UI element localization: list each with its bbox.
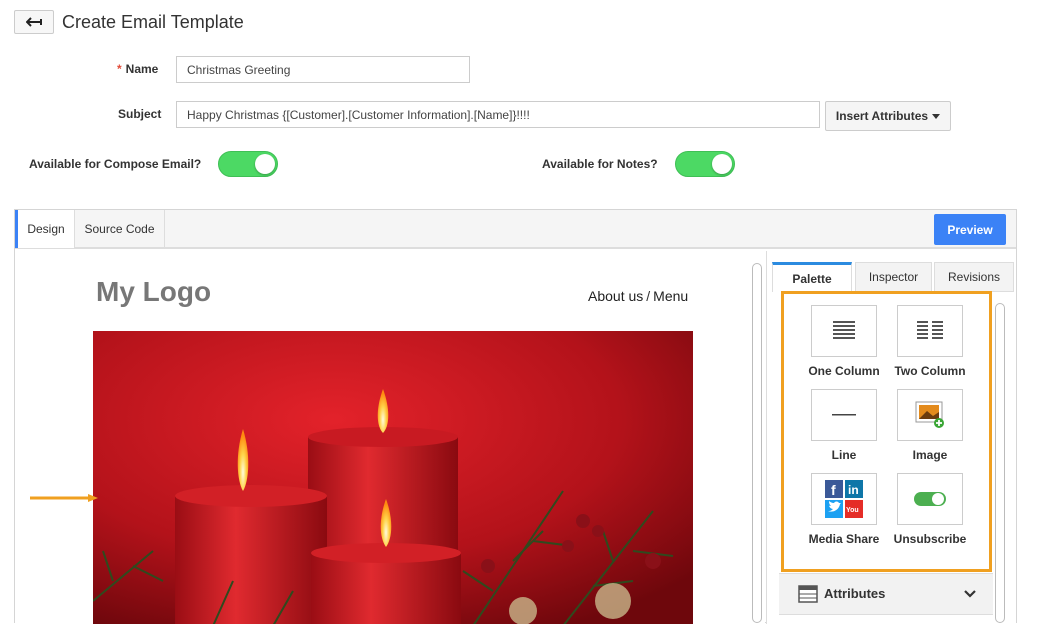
nav-menu-link[interactable]: Menu (653, 288, 688, 304)
tab-source-code[interactable]: Source Code (75, 210, 165, 248)
preview-button[interactable]: Preview (934, 214, 1006, 245)
compose-email-toggle[interactable] (218, 151, 278, 177)
tab-inspector[interactable]: Inspector (855, 262, 932, 292)
required-mark: * (117, 62, 122, 76)
attributes-label: Attributes (824, 586, 886, 601)
palette-one-column[interactable] (811, 305, 877, 357)
palette-label: One Column (808, 364, 880, 378)
christmas-candles-image (93, 331, 693, 624)
tab-revisions[interactable]: Revisions (934, 262, 1014, 292)
editor-toolbar: Design Source Code Preview (15, 210, 1016, 249)
tab-design[interactable]: Design (15, 210, 75, 248)
palette-two-column[interactable] (897, 305, 963, 357)
palette-image[interactable] (897, 389, 963, 441)
palette-line[interactable] (811, 389, 877, 441)
caret-down-icon (932, 113, 941, 119)
svg-text:f: f (831, 482, 836, 498)
palette-label: Two Column (894, 364, 966, 378)
media-share-icon: f in You (825, 480, 863, 518)
insert-attributes-label: Insert Attributes (835, 109, 929, 123)
palette-unsubscribe[interactable] (897, 473, 963, 525)
insert-attributes-button[interactable]: Insert Attributes (825, 101, 951, 131)
top-nav: About us / Menu (588, 288, 688, 304)
unsubscribe-toggle-icon (914, 492, 946, 506)
svg-text:in: in (848, 483, 859, 497)
attributes-section-header[interactable]: Attributes (779, 573, 993, 615)
nav-separator: / (646, 288, 651, 304)
name-label: Name (125, 62, 159, 76)
notes-label: Available for Notes? (542, 157, 658, 171)
two-column-icon (917, 321, 943, 339)
hero-image[interactable] (93, 331, 693, 624)
palette-media-share[interactable]: f in You (811, 473, 877, 525)
one-column-icon (833, 321, 855, 339)
panel-scrollbar[interactable] (995, 303, 1005, 623)
subject-input[interactable]: Happy Christmas {[Customer].[Customer In… (176, 101, 820, 128)
palette-label: Unsubscribe (893, 532, 967, 546)
canvas-scrollbar[interactable] (752, 263, 762, 623)
palette-panel: One Column Two Column Line Image f in Yo… (781, 291, 992, 572)
table-icon (798, 585, 818, 603)
back-button[interactable] (14, 10, 54, 34)
notes-toggle[interactable] (675, 151, 735, 177)
palette-label: Image (912, 448, 948, 462)
image-icon (915, 401, 944, 428)
compose-email-label: Available for Compose Email? (29, 157, 202, 171)
subject-label: Subject (118, 107, 162, 121)
name-label-wrap: * Name (117, 62, 158, 76)
page-title: Create Email Template (62, 12, 244, 32)
palette-label: Media Share (808, 532, 880, 546)
annotation-arrow-icon (30, 494, 98, 502)
toggle-knob (255, 154, 275, 174)
back-arrow-icon (26, 17, 42, 27)
name-input[interactable]: Christmas Greeting (176, 56, 470, 83)
template-editor: Design Source Code Preview My Logo About… (14, 209, 1017, 624)
toggle-knob (712, 154, 732, 174)
chevron-down-icon (964, 590, 976, 598)
svg-text:You: You (846, 507, 859, 514)
design-canvas[interactable]: My Logo About us / Menu (15, 251, 765, 624)
tab-palette[interactable]: Palette (772, 262, 852, 292)
nav-about-link[interactable]: About us (588, 288, 643, 304)
palette-label: Line (831, 448, 857, 462)
side-panel: Palette Inspector Revisions One Column T… (766, 251, 1016, 624)
line-icon (832, 414, 856, 416)
logo-text[interactable]: My Logo (96, 276, 211, 308)
